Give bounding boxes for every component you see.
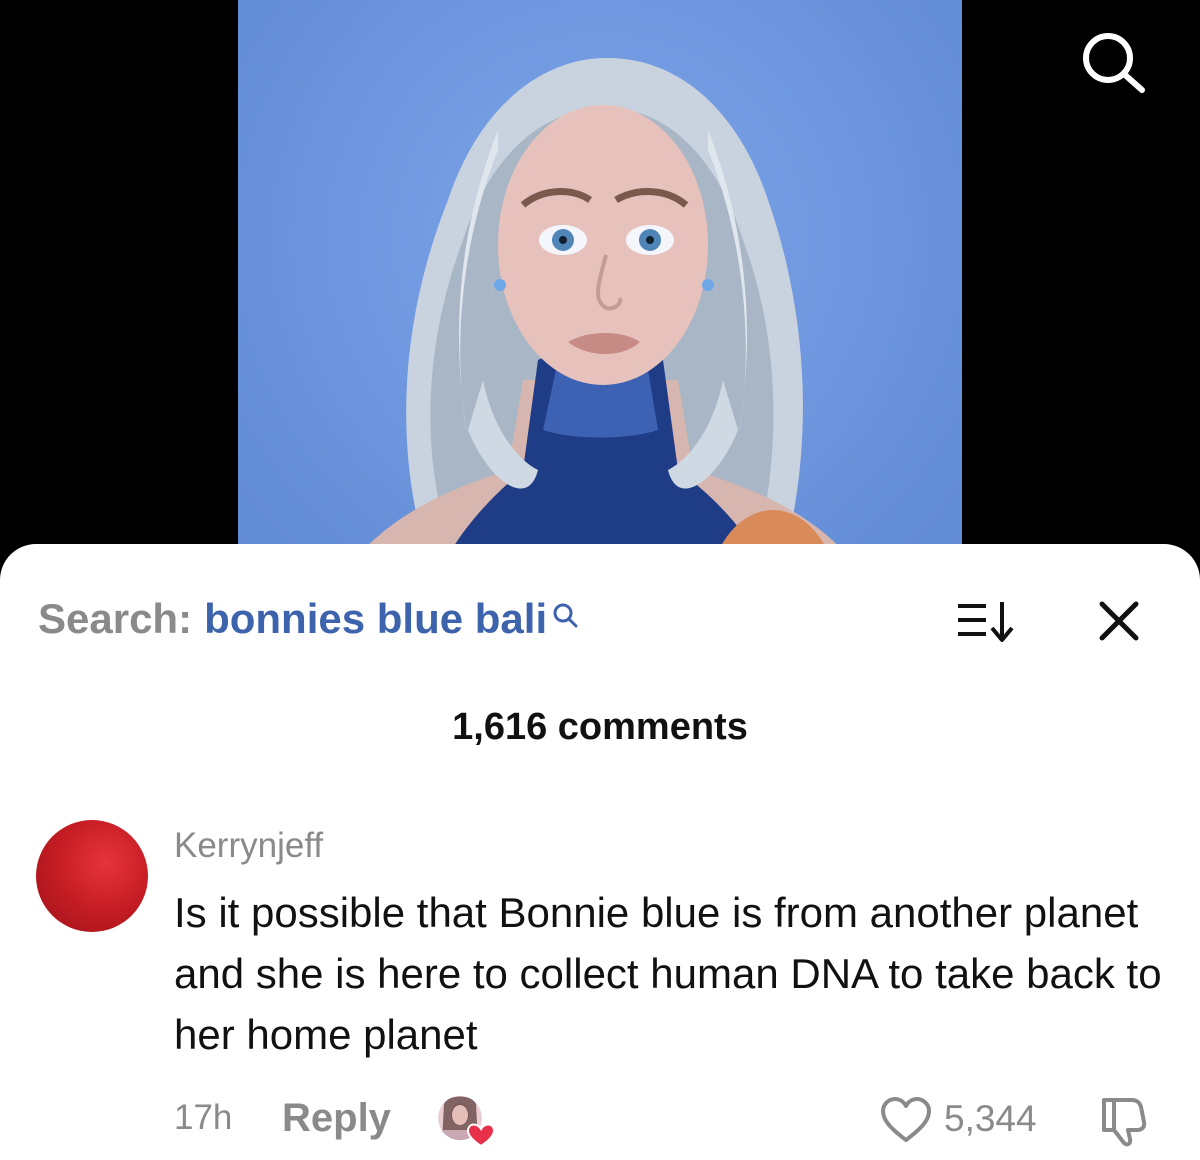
avatar[interactable]	[36, 820, 148, 932]
search-prefix-label: Search:	[38, 595, 193, 642]
like-button[interactable]	[880, 1096, 932, 1144]
reply-button[interactable]: Reply	[282, 1096, 391, 1141]
dislike-button[interactable]	[1098, 1092, 1154, 1148]
sort-icon	[958, 602, 1014, 642]
thumbs-down-icon	[1102, 1098, 1147, 1147]
search-query-icon	[551, 591, 579, 628]
comment-timestamp: 17h	[174, 1098, 233, 1137]
search-query-link[interactable]: bonnies blue bali	[204, 595, 547, 643]
sort-comments-button[interactable]	[956, 598, 1016, 648]
heart-icon	[466, 1123, 496, 1148]
video-player[interactable]	[0, 0, 1200, 600]
comments-sheet: Search: bonnies blue bali 1,616 comments…	[0, 544, 1200, 1160]
comment-username[interactable]: Kerrynjeff	[174, 826, 323, 866]
comment-search-header[interactable]: Search: bonnies blue bali	[38, 594, 579, 644]
close-comments-button[interactable]	[1094, 596, 1144, 646]
comment-text: Is it possible that Bonnie blue is from …	[174, 889, 1162, 1058]
close-icon	[1099, 601, 1139, 641]
like-count: 5,344	[944, 1098, 1037, 1139]
search-icon	[1083, 33, 1145, 93]
heart-outline-icon	[881, 1097, 931, 1142]
search-button[interactable]	[1078, 28, 1148, 98]
creator-liked-badge	[436, 1094, 498, 1150]
screen: Search: bonnies blue bali 1,616 comments…	[0, 0, 1200, 1160]
comment-count: 1,616 comments	[452, 706, 748, 748]
video-thumbnail	[328, 57, 878, 600]
video-frame[interactable]	[238, 0, 962, 600]
